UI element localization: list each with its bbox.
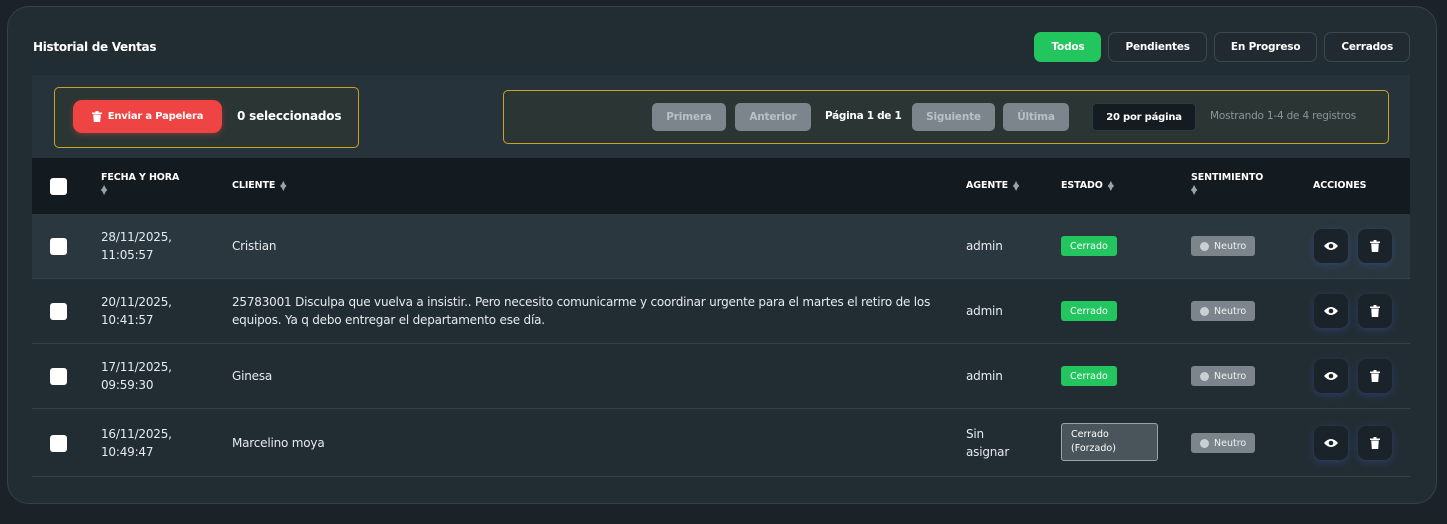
- page-title: Historial de Ventas: [33, 40, 157, 54]
- eye-icon: [1324, 242, 1338, 250]
- header-agente[interactable]: AGENTE ▲ ▼: [966, 178, 1020, 192]
- view-button[interactable]: [1314, 229, 1348, 263]
- neutral-face-icon: [1200, 241, 1209, 251]
- records-summary: Mostrando 1-4 de 4 registros: [1210, 110, 1356, 122]
- row-agent: admin: [966, 239, 1003, 253]
- status-badge: Cerrado: [1061, 366, 1117, 386]
- filter-en-progreso-button[interactable]: En Progreso: [1213, 32, 1318, 62]
- delete-button[interactable]: [1358, 229, 1392, 263]
- header-sentimiento[interactable]: SENTIMIENTO ▲ ▼: [1191, 172, 1263, 196]
- row-checkbox[interactable]: [50, 238, 67, 255]
- status-badge-forced: Cerrado (Forzado): [1061, 423, 1158, 461]
- row-client: Ginesa: [232, 369, 273, 383]
- next-page-button[interactable]: Siguiente: [912, 103, 995, 131]
- row-agent: admin: [966, 304, 1003, 318]
- eye-icon: [1324, 439, 1338, 447]
- header-acciones: ACCIONES: [1313, 180, 1367, 191]
- row-checkbox[interactable]: [50, 303, 67, 320]
- view-button[interactable]: [1314, 294, 1348, 328]
- table-row: 17/11/2025, 09:59:30 Ginesa admin Cerrado…: [32, 344, 1410, 409]
- selected-count: 0 seleccionados: [237, 109, 342, 123]
- trash-icon: [1370, 370, 1380, 382]
- row-checkbox[interactable]: [50, 435, 67, 452]
- row-datetime: 28/11/2025, 11:05:57: [101, 230, 172, 262]
- filter-todos-button[interactable]: Todos: [1034, 32, 1102, 62]
- sentiment-badge: Neutro: [1191, 366, 1256, 386]
- header-cliente[interactable]: CLIENTE ▲ ▼: [232, 178, 287, 192]
- eye-icon: [1324, 372, 1338, 380]
- delete-button[interactable]: [1358, 359, 1392, 393]
- page-indicator: Página 1 de 1: [825, 110, 902, 122]
- sort-icon: ▲ ▼: [1107, 178, 1114, 192]
- last-page-button[interactable]: Última: [1003, 103, 1069, 131]
- row-client: 25783001 Disculpa que vuelva a insistir.…: [232, 295, 931, 327]
- trash-icon: [1370, 305, 1380, 317]
- send-to-trash-label: Enviar a Papelera: [107, 111, 204, 122]
- select-all-checkbox[interactable]: [50, 178, 67, 195]
- send-to-trash-button[interactable]: Enviar a Papelera: [73, 100, 222, 133]
- row-datetime: 20/11/2025, 10:41:57: [101, 295, 172, 327]
- row-agent: admin: [966, 369, 1003, 383]
- trash-icon: [1370, 240, 1380, 252]
- delete-button[interactable]: [1358, 294, 1392, 328]
- eye-icon: [1324, 307, 1338, 315]
- table-row: 16/11/2025, 10:49:47 Marcelino moya Sin a…: [32, 409, 1410, 477]
- sales-table: FECHA Y HORA ▲ ▼ CLIENTE ▲ ▼ AGENTE ▲ ▼ EST…: [32, 158, 1410, 477]
- table-row: 20/11/2025, 10:41:57 25783001 Disculpa qu…: [32, 279, 1410, 344]
- row-agent: Sin asignar: [966, 427, 1010, 459]
- header-fecha[interactable]: FECHA Y HORA ▲ ▼: [101, 172, 179, 196]
- pagination-box: Primera Anterior Página 1 de 1 Siguiente…: [503, 90, 1389, 144]
- row-client: Marcelino moya: [232, 436, 325, 450]
- row-datetime: 16/11/2025, 10:49:47: [101, 427, 172, 459]
- trash-icon: [91, 111, 102, 122]
- row-client: Cristian: [232, 239, 277, 253]
- sentiment-badge: Neutro: [1191, 236, 1256, 256]
- status-badge: Cerrado: [1061, 236, 1117, 256]
- view-button[interactable]: [1314, 359, 1348, 393]
- sort-icon: ▲ ▼: [101, 183, 108, 196]
- header-estado[interactable]: ESTADO ▲ ▼: [1061, 178, 1114, 192]
- filter-pendientes-button[interactable]: Pendientes: [1108, 32, 1207, 62]
- sentiment-badge: Neutro: [1191, 301, 1256, 321]
- status-filter-group: Todos Pendientes En Progreso Cerrados: [1034, 32, 1410, 62]
- sort-icon: ▲ ▼: [1012, 178, 1020, 192]
- neutral-face-icon: [1200, 438, 1209, 448]
- row-datetime: 17/11/2025, 09:59:30: [101, 360, 172, 392]
- sort-icon: ▲ ▼: [280, 178, 287, 192]
- first-page-button[interactable]: Primera: [652, 103, 726, 131]
- bulk-actions-box: Enviar a Papelera 0 seleccionados: [54, 87, 359, 148]
- filter-cerrados-button[interactable]: Cerrados: [1324, 32, 1410, 62]
- per-page-select[interactable]: 20 por página: [1092, 103, 1196, 131]
- status-badge: Cerrado: [1061, 301, 1117, 321]
- delete-button[interactable]: [1358, 426, 1392, 460]
- row-checkbox[interactable]: [50, 368, 67, 385]
- neutral-face-icon: [1200, 306, 1209, 316]
- neutral-face-icon: [1200, 371, 1209, 381]
- view-button[interactable]: [1314, 426, 1348, 460]
- sentiment-badge: Neutro: [1191, 433, 1256, 453]
- prev-page-button[interactable]: Anterior: [735, 103, 811, 131]
- trash-icon: [1370, 437, 1380, 449]
- table-header: FECHA Y HORA ▲ ▼ CLIENTE ▲ ▼ AGENTE ▲ ▼ EST…: [32, 158, 1410, 214]
- sort-icon: ▲ ▼: [1191, 183, 1198, 196]
- table-row: 28/11/2025, 11:05:57 Cristian admin Cerra…: [32, 214, 1410, 279]
